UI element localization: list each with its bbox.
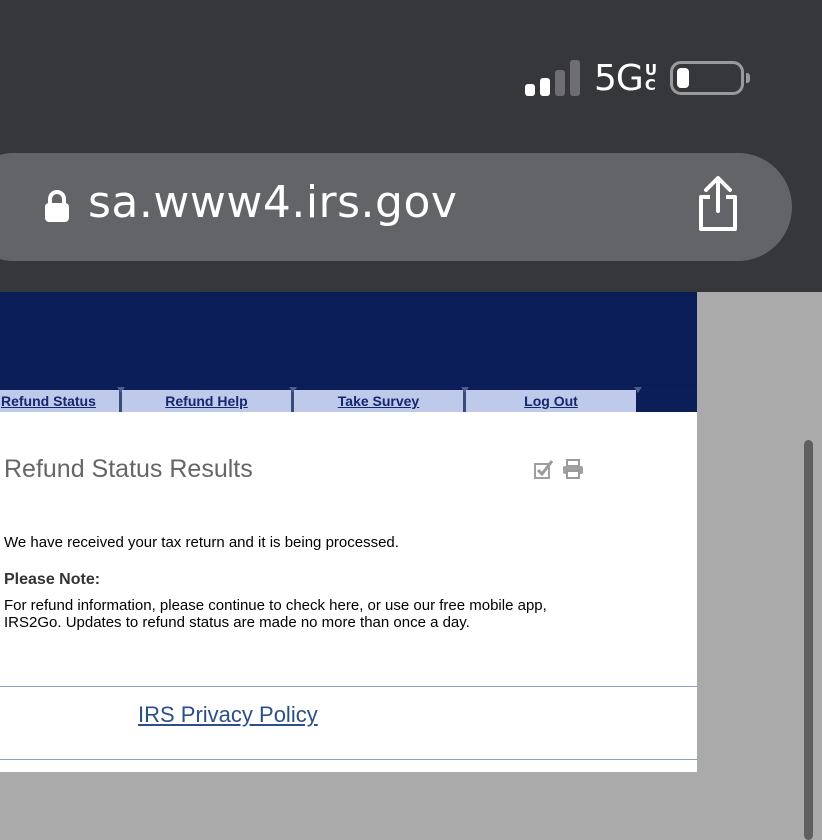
scrollbar[interactable] bbox=[804, 440, 813, 840]
tab-log-out[interactable]: Log Out bbox=[466, 387, 642, 412]
footer-divider bbox=[0, 686, 697, 687]
status-message: We have received your tax return and it … bbox=[4, 534, 399, 551]
network-indicator: 5G U C bbox=[594, 57, 657, 99]
page-tools bbox=[534, 459, 584, 479]
browser-chrome: 5G U C sa.www4.irs.gov bbox=[0, 0, 822, 292]
nav-tabs: Refund Status Refund Help Take Survey Lo… bbox=[0, 387, 642, 412]
network-label: 5G bbox=[594, 57, 644, 99]
address-bar[interactable]: sa.www4.irs.gov bbox=[0, 153, 792, 261]
header-banner: Refund Status Refund Help Take Survey Lo… bbox=[0, 292, 697, 412]
printer-icon[interactable] bbox=[562, 459, 584, 479]
battery-icon bbox=[670, 61, 750, 95]
note-text: For refund information, please continue … bbox=[4, 597, 547, 631]
tab-refund-status[interactable]: Refund Status bbox=[0, 387, 125, 412]
tab-refund-help[interactable]: Refund Help bbox=[122, 387, 297, 412]
privacy-policy-link[interactable]: IRS Privacy Policy bbox=[138, 702, 318, 728]
lock-icon bbox=[45, 190, 69, 222]
note-heading: Please Note: bbox=[4, 571, 101, 588]
checkmark-icon[interactable] bbox=[534, 459, 554, 479]
page-title: Refund Status Results bbox=[4, 455, 253, 483]
tab-take-survey[interactable]: Take Survey bbox=[294, 387, 469, 412]
status-bar: 5G U C bbox=[525, 57, 750, 99]
footer-divider-bottom bbox=[0, 759, 697, 760]
page-content: Refund Status Refund Help Take Survey Lo… bbox=[0, 292, 697, 772]
share-icon[interactable] bbox=[695, 175, 741, 233]
url-text[interactable]: sa.www4.irs.gov bbox=[88, 177, 457, 228]
signal-strength-icon bbox=[525, 60, 580, 96]
